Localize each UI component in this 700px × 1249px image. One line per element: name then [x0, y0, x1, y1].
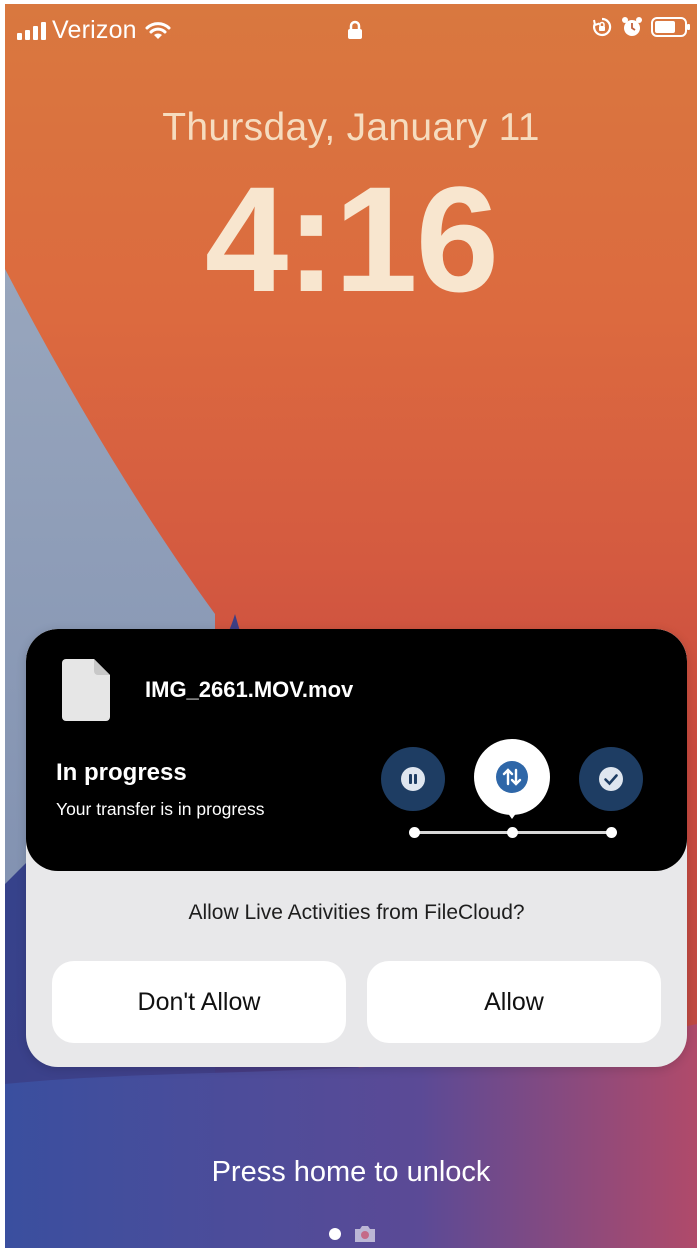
lock-screen: Verizon Thursday, January 11 4:16 IMG_26…: [5, 4, 697, 1248]
page-dot: [329, 1228, 341, 1240]
checkmark-icon: [599, 767, 623, 791]
page-indicator[interactable]: [329, 1224, 377, 1244]
file-icon: [62, 659, 110, 721]
alarm-icon: [622, 17, 642, 36]
transfer-status-title: In progress: [56, 759, 187, 786]
battery-icon: [651, 17, 690, 37]
transfer-arrows-icon: [496, 761, 528, 793]
live-activity-banner[interactable]: IMG_2661.MOV.mov In progress Your transf…: [26, 629, 687, 871]
dont-allow-button[interactable]: Don't Allow: [52, 961, 346, 1043]
unlock-hint: Press home to unlock: [211, 1156, 491, 1188]
progress-dot: [507, 827, 518, 838]
status-bar: Verizon: [5, 4, 697, 54]
step-pause: [381, 747, 445, 811]
carrier-label: Verizon: [52, 16, 137, 44]
lock-date: Thursday, January 11: [162, 106, 540, 149]
progress-dot: [606, 827, 617, 838]
camera-icon[interactable]: [353, 1224, 377, 1244]
file-name: IMG_2661.MOV.mov: [145, 677, 354, 702]
allow-button[interactable]: Allow: [367, 961, 661, 1043]
lock-time: 4:16: [204, 155, 499, 323]
live-activity-permission-card: IMG_2661.MOV.mov In progress Your transf…: [26, 629, 687, 1067]
step-complete: [579, 747, 643, 811]
active-step-pointer: [502, 805, 522, 819]
pause-icon: [401, 767, 425, 791]
progress-dot: [409, 827, 420, 838]
wifi-icon: [145, 22, 171, 39]
permission-prompt: Allow Live Activities from FileCloud?: [188, 901, 525, 924]
lock-icon: [348, 20, 362, 39]
rotation-lock-icon: [593, 17, 612, 37]
step-transfer: [474, 739, 550, 815]
signal-icon: [17, 20, 46, 40]
transfer-status-subtitle: Your transfer is in progress: [56, 799, 265, 819]
